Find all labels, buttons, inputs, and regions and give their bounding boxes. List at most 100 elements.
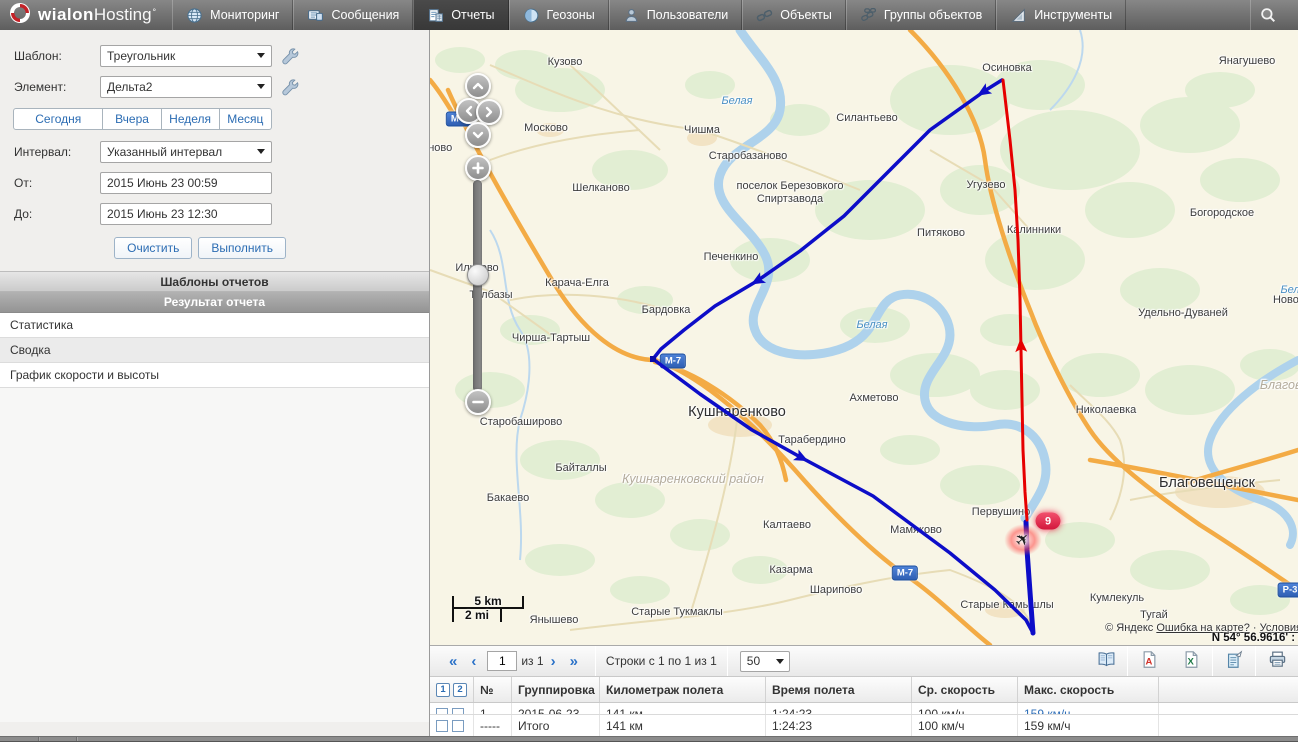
- level-button-2[interactable]: 2: [453, 683, 467, 697]
- main-nav-tabs: МониторингСообщения Отчеты Геозоны Пользова…: [172, 0, 1126, 30]
- nav-tab-unit[interactable]: Объекты: [742, 0, 846, 30]
- nav-tab-user[interactable]: Пользователи: [609, 0, 743, 30]
- nav-tab-geofence[interactable]: Геозоны: [509, 0, 609, 30]
- export-excel-icon: X: [1182, 650, 1201, 672]
- templates-section-header[interactable]: Шаблоны отчетов: [0, 271, 429, 292]
- zoom-slider-handle[interactable]: [467, 264, 489, 286]
- table-row[interactable]: 12015-06-23141 км1:24:23100 км/ч159 км/ч: [430, 703, 1298, 715]
- column-header[interactable]: Километраж полета: [600, 677, 766, 702]
- from-label: От:: [14, 176, 100, 190]
- unit-icon: [756, 7, 773, 24]
- zoom-in-button[interactable]: [465, 155, 491, 181]
- pan-up-button[interactable]: [465, 73, 491, 99]
- table-header-row: 12№ГруппировкаКилометраж полетаВремя пол…: [430, 677, 1298, 703]
- report-result-list: СтатистикаСводкаГрафик скорости и высоты: [0, 313, 429, 722]
- first-page-button[interactable]: «: [442, 653, 464, 670]
- element-select[interactable]: Дельта2: [100, 76, 272, 98]
- from-datetime-field[interactable]: [100, 172, 272, 194]
- quick-range-2[interactable]: Неделя: [162, 108, 220, 130]
- template-select[interactable]: Треугольник: [100, 45, 272, 67]
- zoom-out-button[interactable]: [465, 389, 491, 415]
- to-datetime-field[interactable]: [100, 203, 272, 225]
- open-book-button[interactable]: [1085, 646, 1127, 676]
- zoom-slider-track[interactable]: [473, 180, 482, 392]
- map-scale-bar: 5 km 2 mi: [452, 596, 524, 622]
- export-pdf-icon: A: [1140, 650, 1159, 672]
- result-section-header[interactable]: Результат отчета: [0, 292, 429, 313]
- column-header[interactable]: Ср. скорость: [912, 677, 1018, 702]
- brand-name: wialon: [38, 5, 94, 25]
- last-page-button[interactable]: »: [563, 653, 585, 670]
- row-checkbox[interactable]: [452, 708, 464, 715]
- prev-page-button[interactable]: ‹: [464, 653, 483, 670]
- table-total-row[interactable]: -----Итого141 км1:24:23100 км/ч159 км/ч: [430, 715, 1298, 737]
- element-settings-wrench-icon[interactable]: [281, 78, 299, 96]
- column-header[interactable]: №: [474, 677, 512, 702]
- to-label: До:: [14, 207, 100, 221]
- map-base-layer: [430, 30, 1298, 645]
- nav-tab-globe[interactable]: Мониторинг: [172, 0, 293, 30]
- template-settings-wrench-icon[interactable]: [281, 47, 299, 65]
- quick-range-1[interactable]: Вчера: [103, 108, 161, 130]
- nav-tab-label: Объекты: [780, 8, 832, 22]
- chevron-down-icon: [257, 53, 265, 58]
- row-checkbox[interactable]: [436, 720, 448, 732]
- top-navbar: wialonHosting° МониторингСообщения Отчеты…: [0, 0, 1298, 30]
- rows-info-label: Строки с 1 по 1 из 1: [606, 654, 717, 668]
- page-size-select[interactable]: 50: [740, 651, 790, 672]
- export-pdf-button[interactable]: A: [1128, 646, 1170, 676]
- table-cell-avg: 100 км/ч: [912, 703, 1018, 715]
- print-button[interactable]: [1256, 646, 1298, 676]
- nav-tab-tools[interactable]: Инструменты: [996, 0, 1126, 30]
- export-file-button[interactable]: [1213, 646, 1255, 676]
- row-checkbox[interactable]: [436, 708, 448, 715]
- nav-tab-label: Геозоны: [547, 8, 595, 22]
- element-value: Дельта2: [107, 80, 152, 94]
- row-checkbox[interactable]: [452, 720, 464, 732]
- report-sidebar: Шаблон: Треугольник Элемент: Дельта2 Сег…: [0, 30, 430, 736]
- report-result-zone: « ‹ из 1 › » Строки с 1 по 1 из 1 50 AX …: [430, 645, 1298, 736]
- result-item-2[interactable]: График скорости и высоты: [0, 363, 429, 388]
- table-scroll-clip[interactable]: 12015-06-23141 км1:24:23100 км/ч159 км/ч: [430, 703, 1298, 715]
- element-label: Элемент:: [14, 80, 100, 94]
- row-checkboxes: [430, 715, 474, 737]
- execute-button[interactable]: Выполнить: [198, 237, 286, 259]
- copyright-label: © Яндекс: [1105, 622, 1153, 634]
- reports-icon: [427, 7, 444, 24]
- pan-right-button[interactable]: [476, 99, 502, 125]
- clear-button[interactable]: Очистить: [114, 237, 192, 259]
- svg-text:X: X: [1187, 656, 1194, 667]
- column-header[interactable]: Группировка: [512, 677, 600, 702]
- template-label: Шаблон:: [14, 49, 100, 63]
- result-item-0[interactable]: Статистика: [0, 313, 429, 338]
- status-bar: [0, 736, 1298, 742]
- export-excel-button[interactable]: X: [1170, 646, 1212, 676]
- app-window: wialonHosting° МониторингСообщения Отчеты…: [0, 0, 1298, 742]
- table-cell-num: -----: [474, 715, 512, 737]
- template-value: Треугольник: [107, 49, 175, 63]
- nav-tab-messages[interactable]: Сообщения: [293, 0, 413, 30]
- page-number-input[interactable]: [487, 651, 517, 671]
- nav-tab-reports[interactable]: Отчеты: [413, 0, 508, 30]
- brand-logo[interactable]: wialonHosting°: [0, 0, 172, 30]
- result-item-1[interactable]: Сводка: [0, 338, 429, 363]
- pan-down-button[interactable]: [465, 122, 491, 148]
- scale-mi-label: 2 mi: [452, 609, 502, 622]
- nav-tab-label: Инструменты: [1034, 8, 1112, 22]
- column-header[interactable]: Время полета: [766, 677, 912, 702]
- column-header[interactable]: Макс. скорость: [1018, 677, 1159, 702]
- quick-range-0[interactable]: Сегодня: [13, 108, 103, 130]
- map-canvas[interactable]: КузовоОсиновкаЯнагушевоБелаяСилантьевоМо…: [430, 30, 1298, 645]
- table-cell-max[interactable]: 159 км/ч: [1018, 703, 1159, 715]
- nav-tab-unit-group[interactable]: Группы объектов: [846, 0, 996, 30]
- events-count-badge[interactable]: 9: [1036, 513, 1061, 530]
- interval-select[interactable]: Указанный интервал: [100, 141, 272, 163]
- interval-value: Указанный интервал: [107, 145, 222, 159]
- table-cell-max: 159 км/ч: [1018, 715, 1159, 737]
- search-button[interactable]: [1250, 0, 1284, 30]
- next-page-button[interactable]: ›: [544, 653, 563, 670]
- quick-range-3[interactable]: Месяц: [220, 108, 272, 130]
- nav-tab-label: Отчеты: [451, 8, 494, 22]
- grouping-level-buttons: 12: [430, 677, 474, 702]
- level-button-1[interactable]: 1: [436, 683, 450, 697]
